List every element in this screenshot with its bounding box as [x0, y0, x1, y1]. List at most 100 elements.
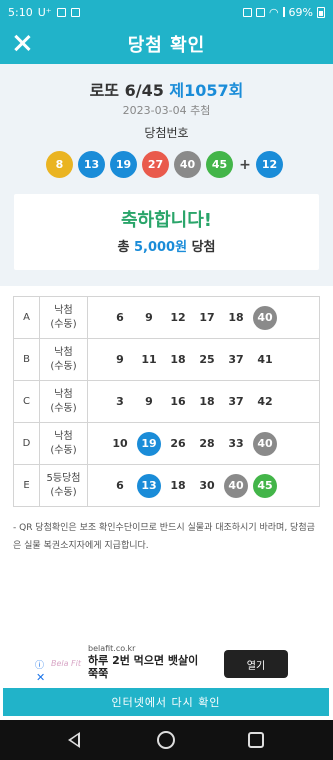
game-number: 33	[228, 437, 244, 450]
game-pick-mode: (수동)	[50, 360, 77, 372]
game-number: 25	[199, 353, 215, 366]
game-number: 41	[257, 353, 273, 366]
game-row: E 5등당첨 (수동) 6 13 18 30 40 45	[13, 464, 320, 507]
game-number: 9	[145, 395, 153, 408]
game-number: 10	[112, 437, 128, 450]
winning-numbers-label: 당첨번호	[144, 126, 189, 140]
home-icon[interactable]	[157, 731, 175, 749]
game-numbers-cell: 10 19 26 28 33 40	[87, 422, 320, 465]
close-icon[interactable]	[10, 31, 34, 55]
recent-apps-icon[interactable]	[248, 732, 264, 748]
game-number: 18	[228, 311, 244, 324]
game-number: 3	[116, 395, 124, 408]
game-label: D	[13, 422, 40, 465]
game-label: B	[13, 338, 40, 381]
game-number: 45	[253, 473, 277, 498]
game-row: C 낙첨 (수동) 3 9 16 18 37 42	[13, 380, 320, 423]
game-result-mode: 낙첨 (수동)	[39, 296, 88, 339]
back-icon[interactable]	[68, 732, 80, 748]
winning-number-ball: 13	[78, 151, 105, 178]
game-label: A	[13, 296, 40, 339]
winning-number-ball: 40	[174, 151, 201, 178]
ad-headline: 하루 2번 먹으면 뱃살이 쭉쭉	[88, 654, 199, 680]
game-row: B 낙첨 (수동) 9 11 18 25 37 41	[13, 338, 320, 381]
system-nav-bar	[0, 720, 333, 760]
game-number: 40	[253, 431, 277, 456]
prize-amount: 5,000원	[133, 240, 188, 255]
game-row: D 낙첨 (수동) 10 19 26 28 33 40	[13, 422, 320, 465]
game-result: 낙첨	[54, 430, 73, 442]
game-label: C	[13, 380, 40, 423]
draw-result-panel: 로또 6/45 제1057회 2023-03-04 추첨 당첨번호 8 13 1…	[0, 64, 333, 286]
game-number: 40	[224, 473, 248, 498]
winning-number-ball: 45	[206, 151, 233, 178]
nfc-icon	[242, 7, 252, 17]
game-result: 낙첨	[54, 304, 73, 316]
game-result-mode: 낙첨 (수동)	[39, 422, 88, 465]
game-numbers: 9 11 18 25 37 41	[108, 348, 319, 372]
game-number: 28	[199, 437, 215, 450]
congrats-card: 축하합니다! 총 5,000원 당첨	[14, 194, 319, 270]
wifi-icon: ◠	[268, 5, 279, 19]
status-time: 5:10	[8, 5, 33, 19]
game-number: 37	[228, 353, 244, 366]
game-numbers: 3 9 16 18 37 42	[108, 390, 319, 414]
game-number: 9	[116, 353, 124, 366]
game-number: 18	[170, 479, 186, 492]
prize-prefix: 총	[117, 240, 130, 255]
plus-sign: +	[239, 156, 251, 173]
game-row: A 낙첨 (수동) 6 9 12 17 18 40	[13, 296, 320, 339]
game-result-mode: 낙첨 (수동)	[39, 338, 88, 381]
game-number: 40	[253, 305, 277, 330]
lotto-round-title: 로또 6/45 제1057회	[0, 77, 333, 101]
round-number: 제1057회	[169, 81, 244, 100]
game-number: 30	[199, 479, 215, 492]
game-number: 42	[257, 395, 273, 408]
game-numbers-cell: 9 11 18 25 37 41	[87, 338, 320, 381]
game-number: 26	[170, 437, 186, 450]
carrier-label: U⁺	[37, 5, 52, 19]
ad-logo: Bela Fit	[50, 658, 82, 668]
draw-date: 2023-03-04 추첨	[122, 104, 211, 117]
prize-total: 총 5,000원 당첨	[14, 236, 319, 255]
game-pick-mode: (수동)	[50, 318, 77, 330]
ad-banner[interactable]: ⓘ ✕ Bela Fit belafit.co.kr 하루 2번 먹으면 뱃살이…	[35, 642, 322, 684]
game-number: 11	[141, 353, 157, 366]
ad-close-icon[interactable]: ✕	[36, 671, 45, 684]
game-number: 19	[137, 431, 161, 456]
ad-info-icon[interactable]: ⓘ	[35, 658, 44, 671]
recheck-online-button[interactable]: 인터넷에서 다시 확인	[3, 688, 329, 716]
game-numbers: 6 9 12 17 18 40	[108, 305, 319, 330]
game-number: 18	[199, 395, 215, 408]
game-number: 6	[116, 311, 124, 324]
mute-icon	[255, 7, 265, 17]
game-pick-mode: (수동)	[50, 486, 77, 498]
winning-number-ball: 27	[142, 151, 169, 178]
battery-icon	[317, 6, 325, 18]
game-numbers-cell: 3 9 16 18 37 42	[87, 380, 320, 423]
status-bar: 5:10 U⁺ ◠ 69%	[0, 0, 333, 24]
signal-icon	[282, 7, 285, 17]
game-number: 18	[170, 353, 186, 366]
game-result-mode: 낙첨 (수동)	[39, 380, 88, 423]
page-title: 당첨 확인	[127, 35, 206, 56]
battery-percent: 69%	[288, 5, 313, 19]
congrats-message: 축하합니다!	[120, 210, 212, 231]
game-result: 낙첨	[54, 388, 73, 400]
game-number: 37	[228, 395, 244, 408]
notification-icon	[56, 7, 66, 17]
ad-domain: belafit.co.kr	[88, 644, 136, 653]
winning-number-ball: 19	[110, 151, 137, 178]
game-label: E	[13, 464, 40, 507]
game-number: 16	[170, 395, 186, 408]
winning-number-ball: 8	[46, 151, 73, 178]
game-result: 5등당첨	[46, 472, 81, 484]
game-numbers-cell: 6 13 18 30 40 45	[87, 464, 320, 507]
gallery-icon	[70, 7, 80, 17]
game-number: 13	[137, 473, 161, 498]
ad-open-button[interactable]: 열기	[224, 650, 288, 678]
prize-suffix: 당첨	[191, 240, 216, 255]
game-numbers-cell: 6 9 12 17 18 40	[87, 296, 320, 339]
lotto-name: 로또 6/45	[89, 81, 164, 100]
game-numbers: 10 19 26 28 33 40	[108, 431, 319, 456]
